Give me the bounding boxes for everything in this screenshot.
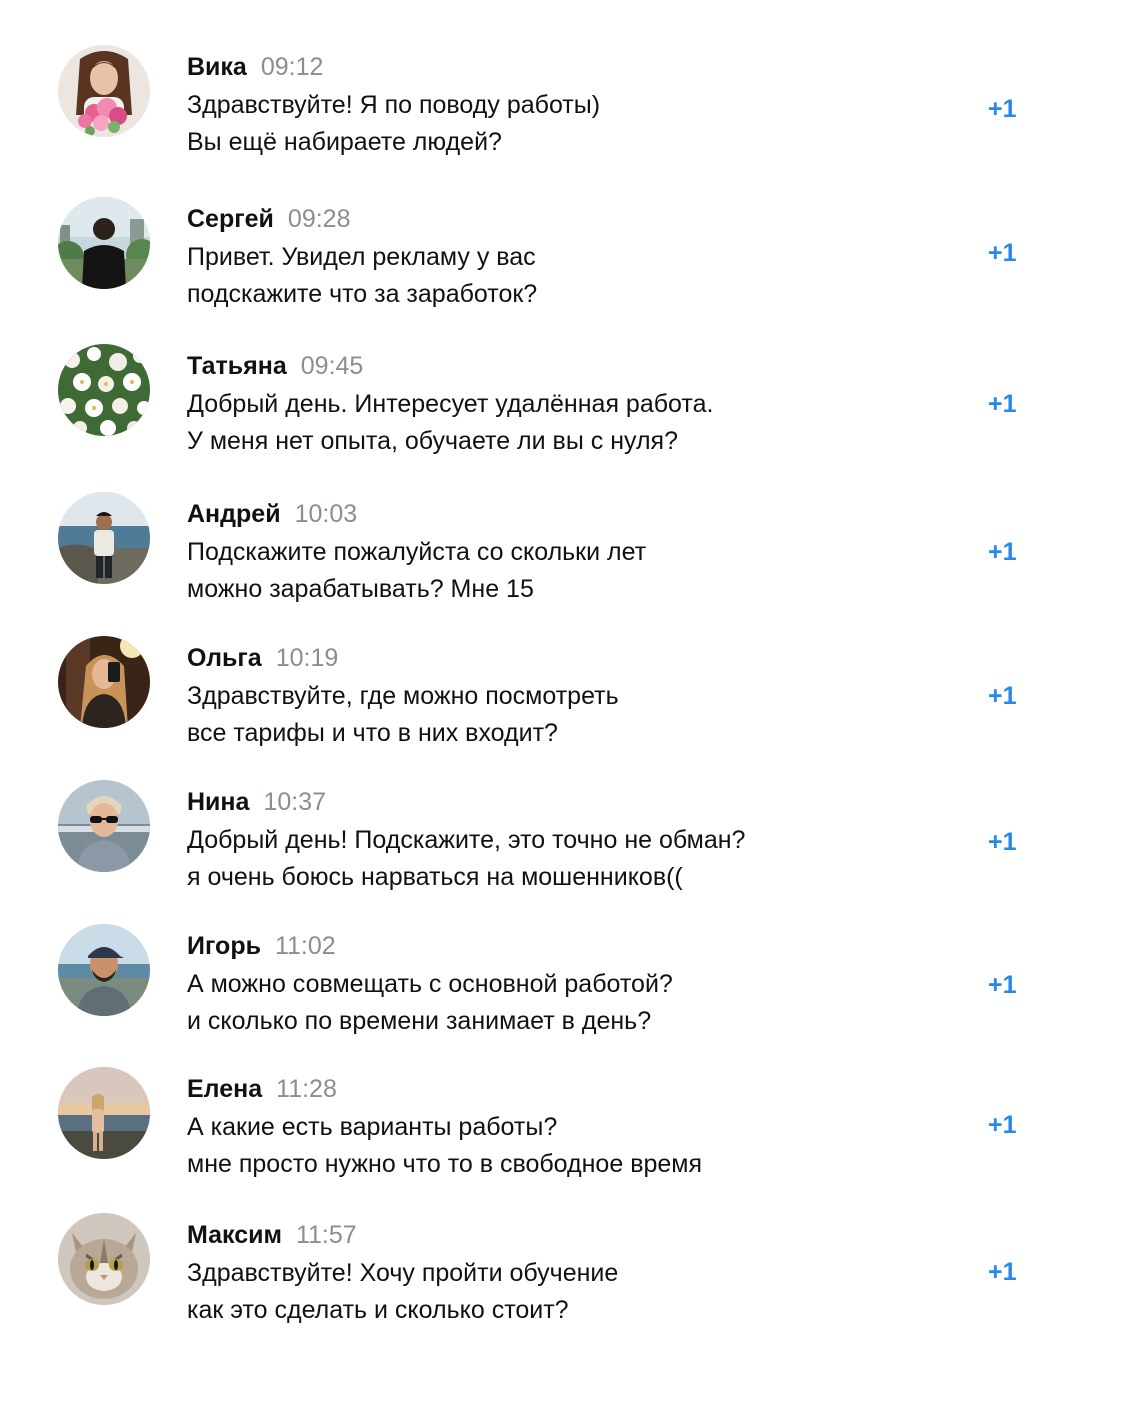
cat-photo-icon bbox=[58, 1213, 150, 1305]
message-item: Вика 09:12 Здравствуйте! Я по поводу рабо… bbox=[0, 45, 1122, 185]
woman-mirror-selfie-photo-icon bbox=[58, 636, 150, 728]
message-text-line: Добрый день! Подскажите, это точно не об… bbox=[187, 826, 746, 854]
message-time: 10:37 bbox=[263, 788, 326, 816]
man-cap-photo-icon bbox=[58, 924, 150, 1016]
message-text-line: как это сделать и сколько стоит? bbox=[187, 1296, 569, 1324]
message-header: Андрей 10:03 bbox=[187, 498, 357, 530]
plus-one-reaction-button[interactable]: +1 bbox=[988, 680, 1028, 712]
message-time: 09:28 bbox=[287, 205, 351, 233]
message-header: Ольга 10:19 bbox=[187, 642, 338, 674]
message-header: Максим 11:57 bbox=[187, 1219, 357, 1251]
message-time: 10:03 bbox=[294, 500, 358, 528]
message-time: 09:12 bbox=[260, 53, 324, 81]
message-text-line: Здравствуйте! Хочу пройти обучение bbox=[187, 1259, 619, 1287]
message-text-line: все тарифы и что в них входит? bbox=[187, 719, 558, 747]
message-header: Нина 10:37 bbox=[187, 786, 326, 818]
plus-one-reaction-button[interactable]: +1 bbox=[988, 1109, 1028, 1141]
avatar[interactable] bbox=[58, 344, 150, 436]
message-time: 11:02 bbox=[274, 932, 336, 960]
white-flowers-photo-icon bbox=[58, 344, 150, 436]
message-time: 09:45 bbox=[300, 352, 364, 380]
message-item: Елена 11:28 А какие есть варианты работы?… bbox=[0, 1067, 1122, 1207]
author-name[interactable]: Ольга bbox=[187, 644, 262, 672]
avatar[interactable] bbox=[58, 780, 150, 872]
plus-one-reaction-button[interactable]: +1 bbox=[988, 93, 1028, 125]
author-name[interactable]: Елена bbox=[187, 1075, 262, 1103]
avatar[interactable] bbox=[58, 492, 150, 584]
author-name[interactable]: Максим bbox=[187, 1221, 282, 1249]
message-header: Вика 09:12 bbox=[187, 51, 323, 83]
message-item: Максим 11:57 Здравствуйте! Хочу пройти об… bbox=[0, 1213, 1122, 1353]
person-sunglasses-photo-icon bbox=[58, 780, 150, 872]
message-text-line: У меня нет опыта, обучаете ли вы с нуля? bbox=[187, 427, 678, 455]
avatar[interactable] bbox=[58, 45, 150, 137]
author-name[interactable]: Вика bbox=[187, 53, 247, 81]
message-text-line: А какие есть варианты работы? bbox=[187, 1113, 558, 1141]
avatar[interactable] bbox=[58, 197, 150, 289]
message-text-line: я очень боюсь нарваться на мошенников(( bbox=[187, 863, 683, 891]
message-text-line: можно зарабатывать? Мне 15 bbox=[187, 575, 534, 603]
plus-one-reaction-button[interactable]: +1 bbox=[988, 237, 1028, 269]
author-name[interactable]: Игорь bbox=[187, 932, 261, 960]
message-text-line: Подскажите пожалуйста со скольки лет bbox=[187, 538, 647, 566]
message-text-line: мне просто нужно что то в свободное врем… bbox=[187, 1150, 703, 1178]
author-name[interactable]: Нина bbox=[187, 788, 249, 816]
author-name[interactable]: Сергей bbox=[187, 205, 274, 233]
message-text-line: Здравствуйте! Я по поводу работы) bbox=[187, 91, 601, 119]
message-text-line: Вы ещё набираете людей? bbox=[187, 128, 502, 156]
woman-with-flowers-photo-icon bbox=[58, 45, 150, 137]
message-text-line: и сколько по времени занимает в день? bbox=[187, 1007, 652, 1035]
message-item: Татьяна 09:45 Добрый день. Интересует уда… bbox=[0, 344, 1122, 484]
message-header: Сергей 09:28 bbox=[187, 203, 350, 235]
message-time: 10:19 bbox=[275, 644, 339, 672]
avatar[interactable] bbox=[58, 1213, 150, 1305]
author-name[interactable]: Татьяна bbox=[187, 352, 287, 380]
message-time: 11:57 bbox=[295, 1221, 357, 1249]
message-text-line: Здравствуйте, где можно посмотреть bbox=[187, 682, 619, 710]
man-back-view-photo-icon bbox=[58, 197, 150, 289]
man-at-sea-photo-icon bbox=[58, 492, 150, 584]
message-text-line: подскажите что за заработок? bbox=[187, 280, 538, 308]
avatar[interactable] bbox=[58, 924, 150, 1016]
message-text-line: А можно совмещать с основной работой? bbox=[187, 970, 673, 998]
avatar[interactable] bbox=[58, 1067, 150, 1159]
plus-one-reaction-button[interactable]: +1 bbox=[988, 388, 1028, 420]
message-time: 11:28 bbox=[276, 1075, 337, 1103]
plus-one-reaction-button[interactable]: +1 bbox=[988, 826, 1028, 858]
message-header: Игорь 11:02 bbox=[187, 930, 336, 962]
plus-one-reaction-button[interactable]: +1 bbox=[988, 969, 1028, 1001]
message-item: Игорь 11:02 А можно совмещать с основной … bbox=[0, 924, 1122, 1064]
message-list: Вика 09:12 Здравствуйте! Я по поводу рабо… bbox=[0, 0, 1122, 1402]
plus-one-reaction-button[interactable]: +1 bbox=[988, 1256, 1028, 1288]
message-header: Елена 11:28 bbox=[187, 1073, 337, 1105]
message-text-line: Привет. Увидел рекламу у вас bbox=[187, 243, 536, 271]
woman-beach-sunset-photo-icon bbox=[58, 1067, 150, 1159]
message-header: Татьяна 09:45 bbox=[187, 350, 363, 382]
message-item: Ольга 10:19 Здравствуйте, где можно посмо… bbox=[0, 636, 1122, 776]
plus-one-reaction-button[interactable]: +1 bbox=[988, 536, 1028, 568]
message-item: Сергей 09:28 Привет. Увидел рекламу у вас… bbox=[0, 197, 1122, 337]
message-item: Андрей 10:03 Подскажите пожалуйста со ско… bbox=[0, 492, 1122, 632]
avatar[interactable] bbox=[58, 636, 150, 728]
author-name[interactable]: Андрей bbox=[187, 500, 281, 528]
message-text-line: Добрый день. Интересует удалённая работа… bbox=[187, 390, 714, 418]
message-item: Нина 10:37 Добрый день! Подскажите, это т… bbox=[0, 780, 1122, 920]
